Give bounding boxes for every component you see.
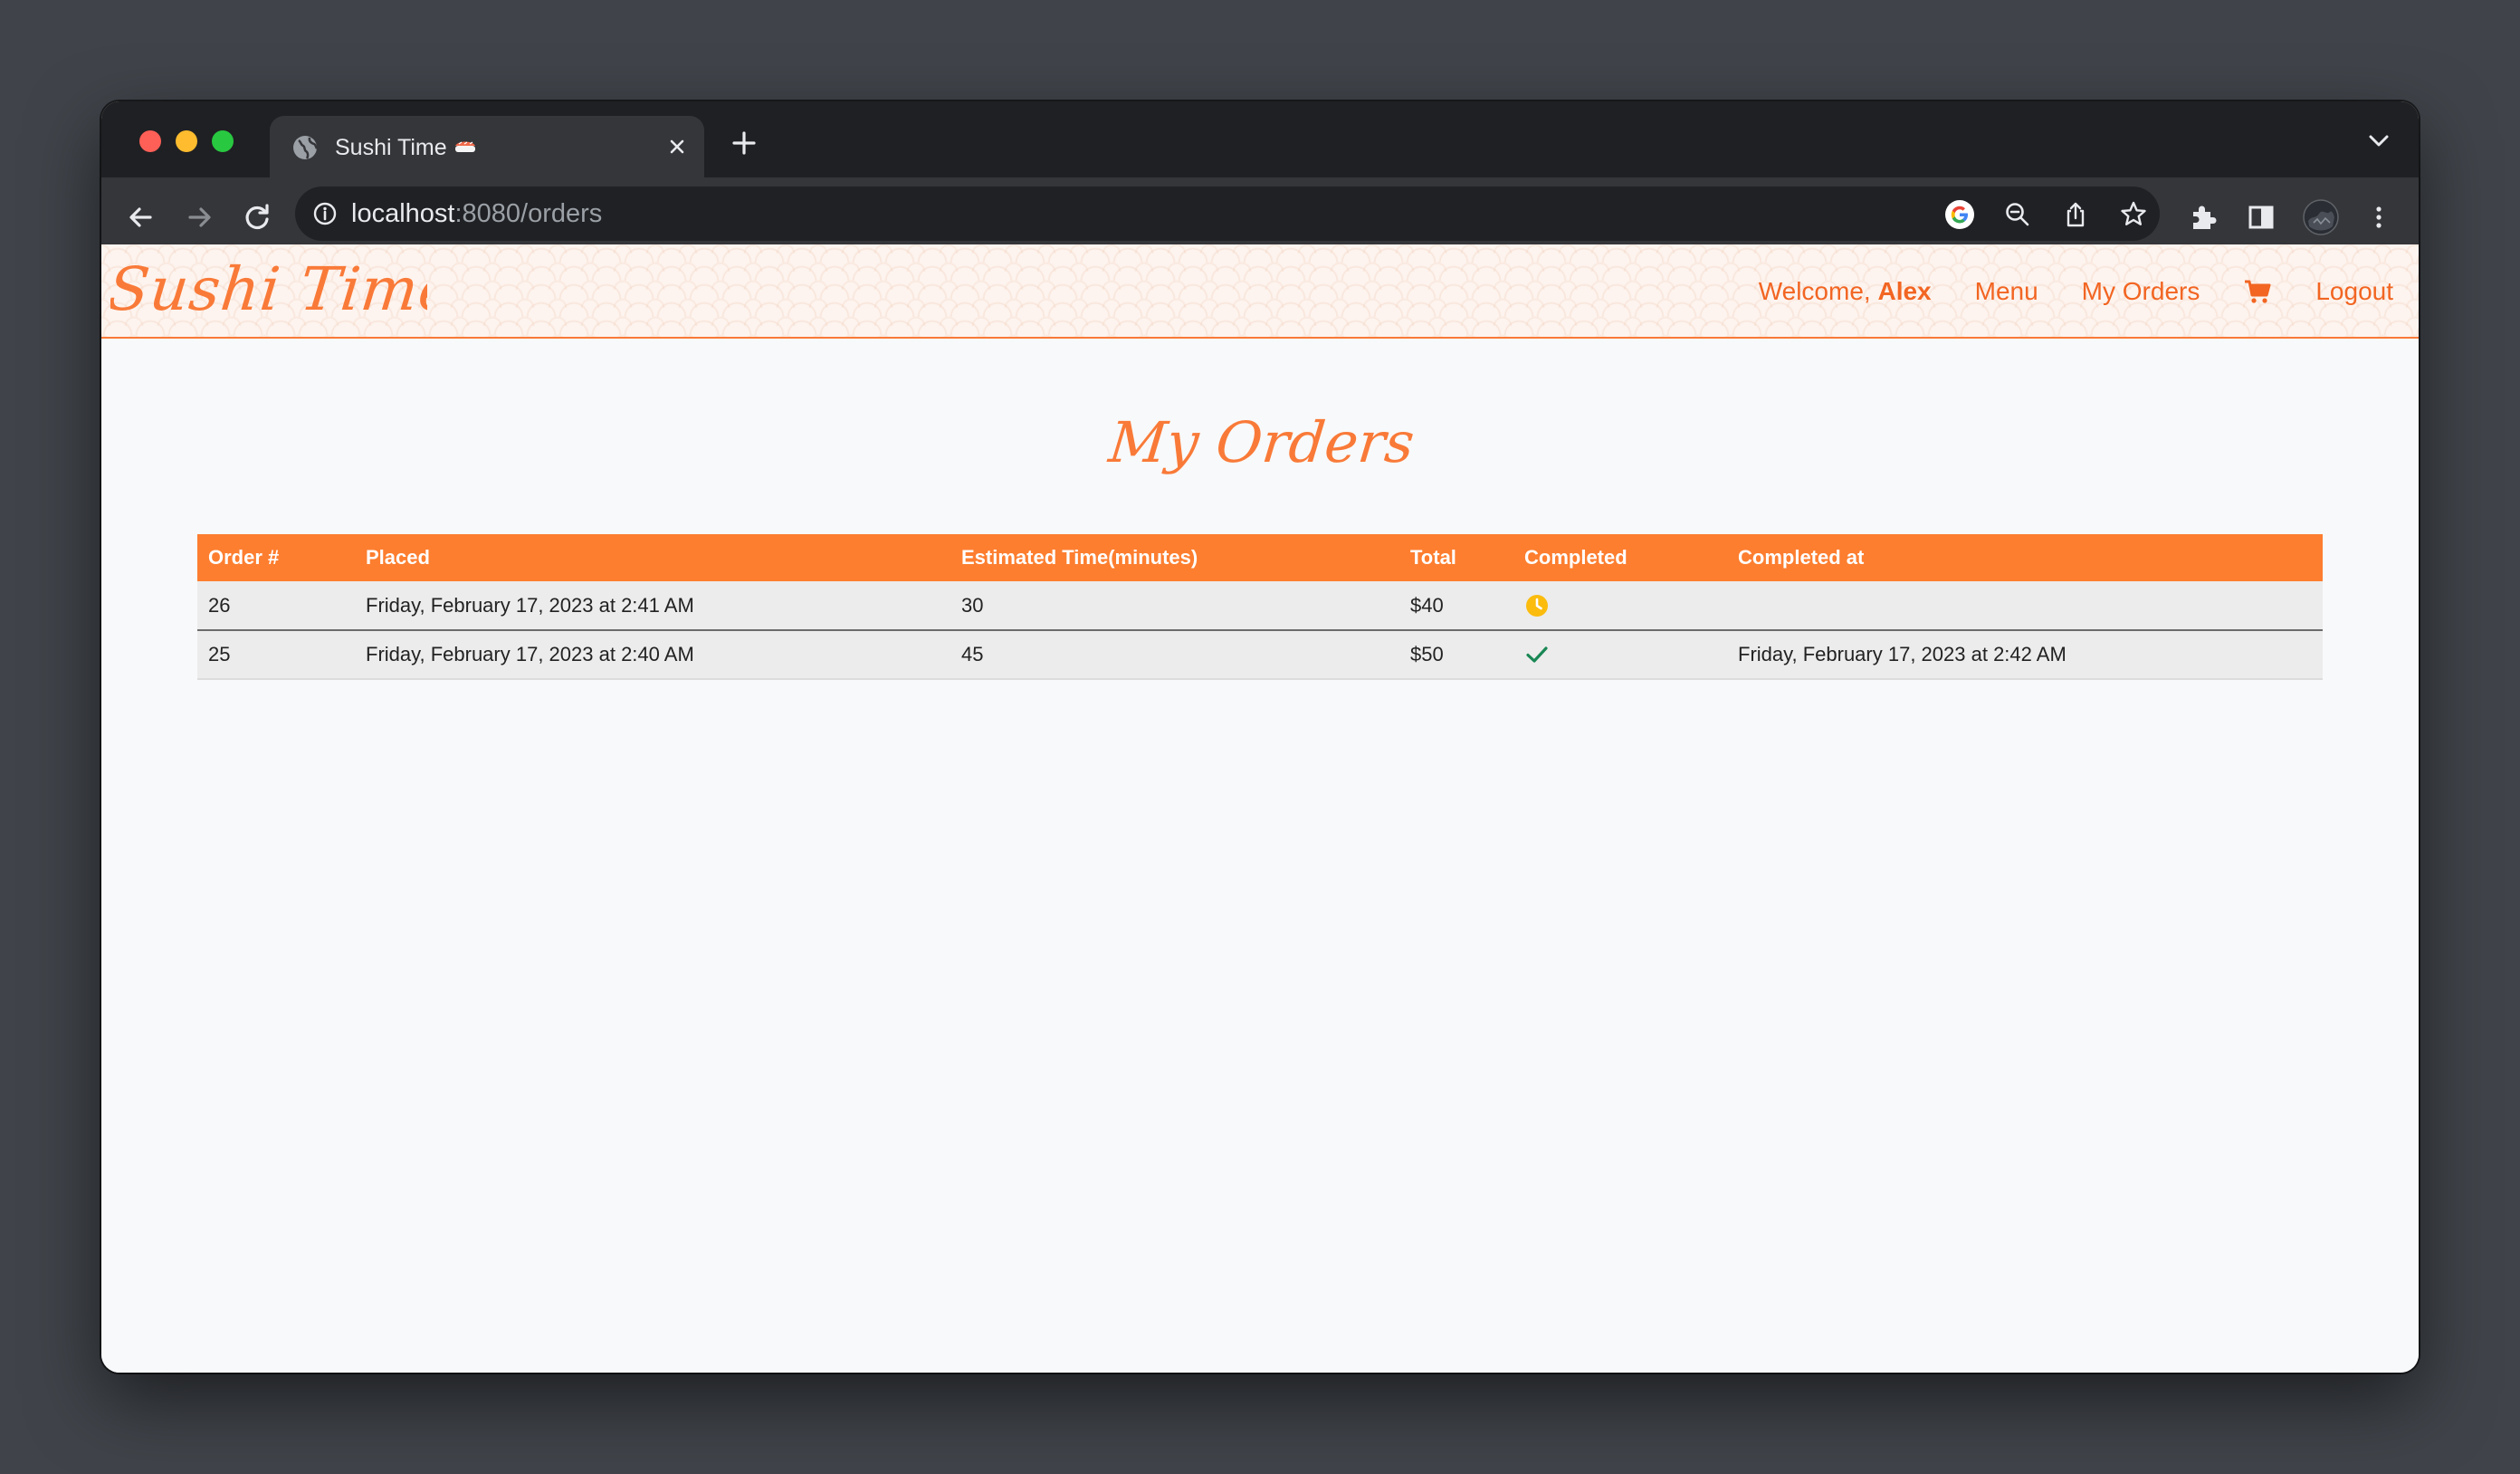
table-row: 25 Friday, February 17, 2023 at 2:40 AM …	[197, 630, 2323, 680]
tab-title: Sushi Time	[335, 132, 476, 163]
zoom-window-button[interactable]	[212, 130, 234, 152]
extensions-icon[interactable]	[2185, 199, 2221, 235]
kebab-menu-icon[interactable]	[2361, 199, 2397, 235]
estimate-cell: 30	[950, 581, 1399, 631]
welcome-text: Welcome, Alex	[1758, 277, 1932, 305]
completed-cell	[1513, 581, 1727, 631]
nav-menu-link[interactable]: Menu	[1975, 275, 2038, 308]
back-arrow-icon[interactable]	[123, 199, 159, 235]
plus-icon[interactable]	[726, 125, 762, 161]
globe-icon	[293, 136, 319, 159]
web-page: Sushi Time Welcome, Alex Menu My Orders …	[101, 244, 2419, 1373]
browser-window: Sushi Time localhost:8080/orders Sushi T…	[101, 101, 2419, 1373]
close-icon[interactable]	[663, 132, 692, 161]
column-header-estimated-time: Estimated Time(minutes)	[950, 534, 1399, 581]
cart-icon	[2245, 280, 2271, 303]
tab-strip: Sushi Time	[101, 101, 2419, 177]
pending-clock-icon	[1526, 594, 1548, 617]
google-icon[interactable]	[1944, 199, 1975, 230]
profile-avatar[interactable]	[2303, 199, 2339, 235]
completed-at-cell	[1727, 581, 2323, 631]
url-text[interactable]: localhost:8080/orders	[351, 197, 602, 230]
brand-logo[interactable]: Sushi Time	[110, 252, 427, 326]
completed-at-cell: Friday, February 17, 2023 at 2:42 AM	[1727, 630, 2323, 680]
bookmark-star-icon[interactable]	[2118, 199, 2149, 230]
nav-cart-link[interactable]	[2243, 277, 2272, 306]
table-row: 26 Friday, February 17, 2023 at 2:41 AM …	[197, 581, 2323, 631]
order-number-cell: 26	[197, 581, 355, 631]
completed-cell	[1513, 630, 1727, 680]
column-header-completed-at: Completed at	[1727, 534, 2323, 581]
chevron-down-icon[interactable]	[2366, 132, 2391, 150]
column-header-order: Order #	[197, 534, 355, 581]
estimate-cell: 45	[950, 630, 1399, 680]
sushi-emoji-icon	[454, 141, 475, 153]
close-window-button[interactable]	[139, 130, 161, 152]
table-header-row: Order # Placed Estimated Time(minutes) T…	[197, 534, 2323, 581]
address-bar[interactable]: localhost:8080/orders	[295, 187, 2160, 241]
column-header-completed: Completed	[1513, 534, 1727, 581]
orders-table: Order # Placed Estimated Time(minutes) T…	[197, 534, 2323, 680]
zoom-out-icon[interactable]	[2002, 199, 2033, 230]
nav-logout-link[interactable]: Logout	[2315, 275, 2393, 308]
info-icon[interactable]	[311, 200, 339, 227]
side-panel-icon[interactable]	[2243, 199, 2279, 235]
nav-my-orders-link[interactable]: My Orders	[2082, 275, 2200, 308]
placed-cell: Friday, February 17, 2023 at 2:40 AM	[355, 630, 950, 680]
page-title: My Orders	[1105, 409, 1418, 475]
order-number-cell: 25	[197, 630, 355, 680]
site-navbar: Sushi Time Welcome, Alex Menu My Orders …	[101, 244, 2419, 339]
total-cell: $50	[1399, 630, 1513, 680]
forward-arrow-icon[interactable]	[181, 199, 217, 235]
share-icon[interactable]	[2060, 199, 2091, 230]
reload-icon[interactable]	[239, 199, 275, 235]
column-header-total: Total	[1399, 534, 1513, 581]
column-header-placed: Placed	[355, 534, 950, 581]
svg-text:Sushi Time: Sushi Time	[110, 254, 427, 324]
svg-text:My Orders: My Orders	[1105, 409, 1418, 475]
checkmark-icon	[1526, 646, 1548, 663]
placed-cell: Friday, February 17, 2023 at 2:41 AM	[355, 581, 950, 631]
browser-tab[interactable]: Sushi Time	[270, 116, 704, 177]
nav-links: Welcome, Alex Menu My Orders Logout	[1759, 244, 2393, 339]
total-cell: $40	[1399, 581, 1513, 631]
minimize-window-button[interactable]	[176, 130, 197, 152]
